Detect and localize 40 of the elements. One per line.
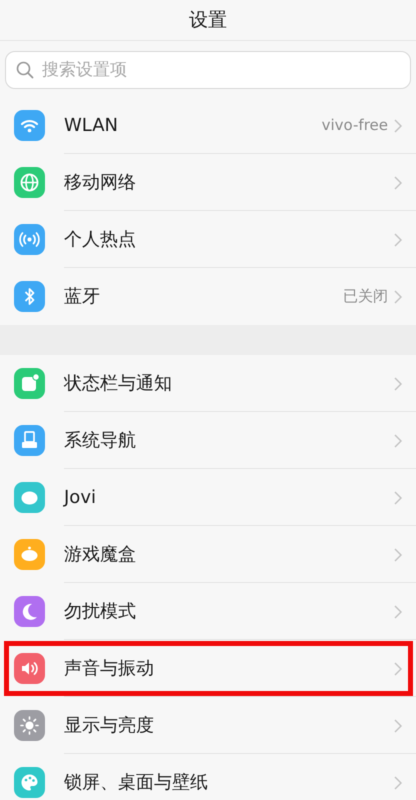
item-label: 蓝牙 <box>64 285 101 309</box>
chevron-icon <box>394 176 402 190</box>
search-field[interactable]: 搜索设置项 <box>5 51 411 89</box>
item-label: 个人热点 <box>64 228 137 252</box>
settings-item[interactable]: 移动网络 <box>0 154 416 211</box>
item-label: 游戏魔盒 <box>64 543 137 567</box>
item-label: 锁屏、桌面与壁纸 <box>64 771 209 795</box>
settings-item[interactable]: 游戏魔盒 <box>0 526 416 583</box>
item-label: 移动网络 <box>64 171 137 195</box>
settings-item[interactable]: Jovi <box>0 469 416 526</box>
item-label: 勿扰模式 <box>64 600 137 624</box>
chevron-icon <box>394 604 402 618</box>
item-label: 系统导航 <box>64 429 137 453</box>
page-title: 设置 <box>189 8 227 33</box>
chevron-icon <box>394 434 402 448</box>
settings-item[interactable]: 锁屏、桌面与壁纸 <box>0 754 416 800</box>
chevron-icon <box>394 290 402 304</box>
settings-item[interactable]: WLAN vivo-free <box>0 97 416 154</box>
item-label: Jovi <box>64 486 97 510</box>
settings-item[interactable]: 个人热点 <box>0 211 416 268</box>
item-label: 显示与亮度 <box>64 714 155 738</box>
settings-item[interactable]: 勿扰模式 <box>0 583 416 640</box>
chevron-icon <box>394 232 402 246</box>
settings-item[interactable]: 显示与亮度 <box>0 697 416 754</box>
settings-item[interactable]: 系统导航 <box>0 412 416 469</box>
chevron-icon <box>394 776 402 790</box>
settings-item[interactable]: 声音与振动 <box>0 640 416 697</box>
item-label: WLAN <box>64 114 120 138</box>
settings-item[interactable]: 蓝牙 已关闭 <box>0 268 416 325</box>
item-value: 已关闭 <box>343 286 388 308</box>
item-value: vivo-free <box>322 115 388 136</box>
chevron-icon <box>394 662 402 676</box>
chevron-icon <box>394 718 402 732</box>
chevron-icon <box>394 376 402 390</box>
item-label: 声音与振动 <box>64 657 155 681</box>
settings-item[interactable]: 状态栏与通知 <box>0 355 416 412</box>
chevron-icon <box>394 548 402 562</box>
item-label: 状态栏与通知 <box>64 372 173 396</box>
chevron-icon <box>394 490 402 504</box>
chevron-icon <box>394 118 402 132</box>
